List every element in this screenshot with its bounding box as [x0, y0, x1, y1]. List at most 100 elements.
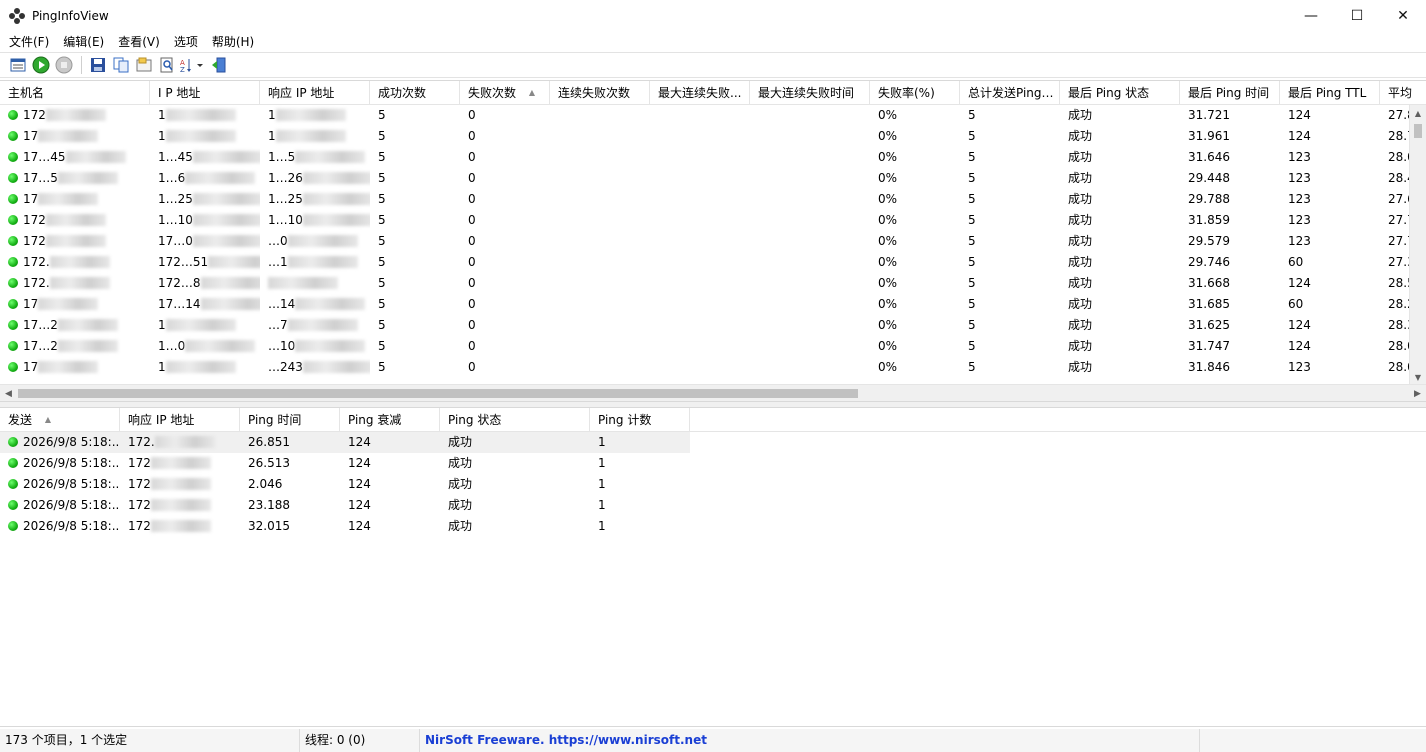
col-max-consec-fail[interactable]: 最大连续失败... — [650, 81, 750, 105]
hscroll-thumb[interactable] — [18, 389, 858, 398]
cell-max-consec-fail-time — [750, 168, 870, 189]
table-row[interactable]: 172 17…0 …0 5 0 0% 5 成功 29.579 123 27.7 — [0, 231, 1426, 252]
col-max-consec-fail-time[interactable]: 最大连续失败时间 — [750, 81, 870, 105]
html-report-icon[interactable] — [133, 54, 155, 76]
table-row[interactable]: 172. 172…51 …1 5 0 0% 5 成功 29.746 60 27.3 — [0, 252, 1426, 273]
menu-help[interactable]: 帮助(H) — [205, 33, 261, 50]
ping-hosts-list[interactable]: 主机名 I P 地址 响应 IP 地址 成功次数 失败次数 ▲ 连续失败次数 最大… — [0, 80, 1426, 402]
menu-options[interactable]: 选项 — [167, 33, 205, 50]
table-row[interactable]: 172 1…10 1…10 5 0 0% 5 成功 31.859 123 27.7 — [0, 210, 1426, 231]
cell-ip-text: 1…45 — [158, 150, 193, 164]
cell-total-sent: 5 — [960, 357, 1060, 378]
table-row[interactable]: 17 1 …243 5 0 0% 5 成功 31.846 123 28.0 — [0, 357, 1426, 378]
cell-success-text: 5 — [378, 234, 386, 248]
cell-ping-status-text: 成功 — [448, 498, 473, 512]
col-history-resp-ip[interactable]: 响应 IP 地址 — [120, 408, 240, 432]
col-last-time[interactable]: 最后 Ping 时间 — [1180, 81, 1280, 105]
table-row[interactable]: 2026/9/8 5:18:... 172 2.046 124 成功 1 — [0, 474, 690, 495]
cell-hostname: 172 — [0, 105, 150, 126]
table-row[interactable]: 172 1 1 5 0 0% 5 成功 31.721 124 27.8 — [0, 105, 1426, 126]
col-consec-fail[interactable]: 连续失败次数 — [550, 81, 650, 105]
cell-fail-text: 0 — [468, 276, 476, 290]
cell-hostname: 17…45 — [0, 147, 150, 168]
status-ok-icon — [8, 215, 18, 225]
table-row[interactable]: 17…2 1…0 …10 5 0 0% 5 成功 31.747 124 28.0 — [0, 336, 1426, 357]
cell-success-text: 5 — [378, 150, 386, 164]
col-last-status[interactable]: 最后 Ping 状态 — [1060, 81, 1180, 105]
cell-last-ttl-text: 123 — [1288, 213, 1311, 227]
cell-fail: 0 — [460, 231, 550, 252]
col-resp-ip[interactable]: 响应 IP 地址 — [260, 81, 370, 105]
col-sent[interactable]: 发送 ▲ — [0, 408, 120, 432]
cell-total-sent-text: 5 — [968, 276, 976, 290]
cell-last-time: 29.788 — [1180, 189, 1280, 210]
scroll-up-icon[interactable]: ▲ — [1410, 105, 1426, 122]
table-row[interactable]: 172. 172…8 5 0 0% 5 成功 31.668 124 28.5 — [0, 273, 1426, 294]
redacted-region — [165, 130, 236, 142]
table-row[interactable]: 2026/9/8 5:18:... 172 32.015 124 成功 1 — [0, 516, 690, 537]
col-last-ttl[interactable]: 最后 Ping TTL — [1280, 81, 1380, 105]
exit-icon[interactable] — [208, 54, 230, 76]
cell-resp-ip: 1…26 — [260, 168, 370, 189]
table-row[interactable]: 2026/9/8 5:18:... 172 23.188 124 成功 1 — [0, 495, 690, 516]
menu-view[interactable]: 查看(V) — [111, 33, 167, 50]
cell-hostname-text: 172 — [23, 213, 46, 227]
col-total-sent[interactable]: 总计发送Pings... — [960, 81, 1060, 105]
cell-success: 5 — [370, 168, 460, 189]
table-row[interactable]: 17…45 1…45 1…5 5 0 0% 5 成功 31.646 123 28.0 — [0, 147, 1426, 168]
table-row[interactable]: 17…2 1 …7 5 0 0% 5 成功 31.625 124 28.3 — [0, 315, 1426, 336]
start-ping-icon[interactable] — [30, 54, 52, 76]
scroll-thumb[interactable] — [1414, 124, 1422, 138]
col-fail[interactable]: 失败次数 ▲ — [460, 81, 550, 105]
col-success[interactable]: 成功次数 — [370, 81, 460, 105]
col-ping-count[interactable]: Ping 计数 — [590, 408, 690, 432]
stop-ping-icon[interactable] — [53, 54, 75, 76]
cell-last-status: 成功 — [1060, 168, 1180, 189]
copy-icon[interactable] — [110, 54, 132, 76]
ping-history-list[interactable]: 发送 ▲ 响应 IP 地址 Ping 时间 Ping 衰减 Ping 状态 Pin… — [0, 407, 1426, 727]
col-sent-label: 发送 — [8, 413, 33, 427]
menu-file[interactable]: 文件(F) — [2, 33, 56, 50]
col-ping-ttl[interactable]: Ping 衰减 — [340, 408, 440, 432]
status-bar: 173 个项目，1 个选定 线程: 0 (0) NirSoft Freeware… — [0, 729, 1426, 752]
cell-ping-status-text: 成功 — [448, 435, 473, 449]
save-icon[interactable] — [87, 54, 109, 76]
table-row[interactable]: 17 17…14 …14 5 0 0% 5 成功 31.685 60 28.2 — [0, 294, 1426, 315]
cell-fail-rate-text: 0% — [878, 213, 898, 227]
properties-icon[interactable] — [7, 54, 29, 76]
cell-total-sent-text: 5 — [968, 318, 976, 332]
cell-resp-ip: 1…10 — [260, 210, 370, 231]
scroll-left-icon[interactable]: ◀ — [0, 385, 17, 401]
cell-last-status-text: 成功 — [1068, 171, 1093, 185]
col-ip[interactable]: I P 地址 — [150, 81, 260, 105]
col-fail-rate[interactable]: 失败率(%) — [870, 81, 960, 105]
menu-edit[interactable]: 编辑(E) — [56, 33, 111, 50]
maximize-button[interactable]: ☐ — [1334, 0, 1380, 31]
table-row[interactable]: 2026/9/8 5:18:... 172. 26.851 124 成功 1 — [0, 432, 690, 453]
cell-consec-fail — [550, 357, 650, 378]
cell-consec-fail — [550, 126, 650, 147]
cell-last-status-text: 成功 — [1068, 297, 1093, 311]
col-hostname[interactable]: 主机名 — [0, 81, 150, 105]
table-row[interactable]: 2026/9/8 5:18:... 172 26.513 124 成功 1 — [0, 453, 690, 474]
table-row[interactable]: 17 1 1 5 0 0% 5 成功 31.961 124 28.7 — [0, 126, 1426, 147]
table-row[interactable]: 17 1…25 1…25 5 0 0% 5 成功 29.788 123 27.6 — [0, 189, 1426, 210]
cell-ping-time: 2.046 — [240, 474, 340, 495]
col-average[interactable]: 平均 — [1380, 81, 1426, 105]
minimize-button[interactable]: — — [1288, 0, 1334, 31]
nirsoft-link[interactable]: NirSoft Freeware. https://www.nirsoft.ne… — [420, 729, 1200, 752]
col-ping-time[interactable]: Ping 时间 — [240, 408, 340, 432]
find-icon[interactable] — [156, 54, 178, 76]
upper-horizontal-scrollbar[interactable]: ◀ ▶ — [0, 384, 1426, 401]
cell-max-consec-fail — [650, 231, 750, 252]
upper-vertical-scrollbar[interactable]: ▲ ▼ — [1409, 105, 1426, 386]
scroll-right-icon[interactable]: ▶ — [1409, 385, 1426, 401]
table-row[interactable]: 17…5 1…6 1…26 5 0 0% 5 成功 29.448 123 28.4 — [0, 168, 1426, 189]
cell-success-text: 5 — [378, 255, 386, 269]
close-button[interactable]: ✕ — [1380, 0, 1426, 31]
cell-sent-text: 2026/9/8 5:18:... — [23, 477, 120, 491]
cell-ping-count-text: 1 — [598, 519, 606, 533]
cell-last-time-text: 31.747 — [1188, 339, 1230, 353]
col-ping-status[interactable]: Ping 状态 — [440, 408, 590, 432]
sort-icon[interactable]: AZ — [179, 54, 207, 76]
